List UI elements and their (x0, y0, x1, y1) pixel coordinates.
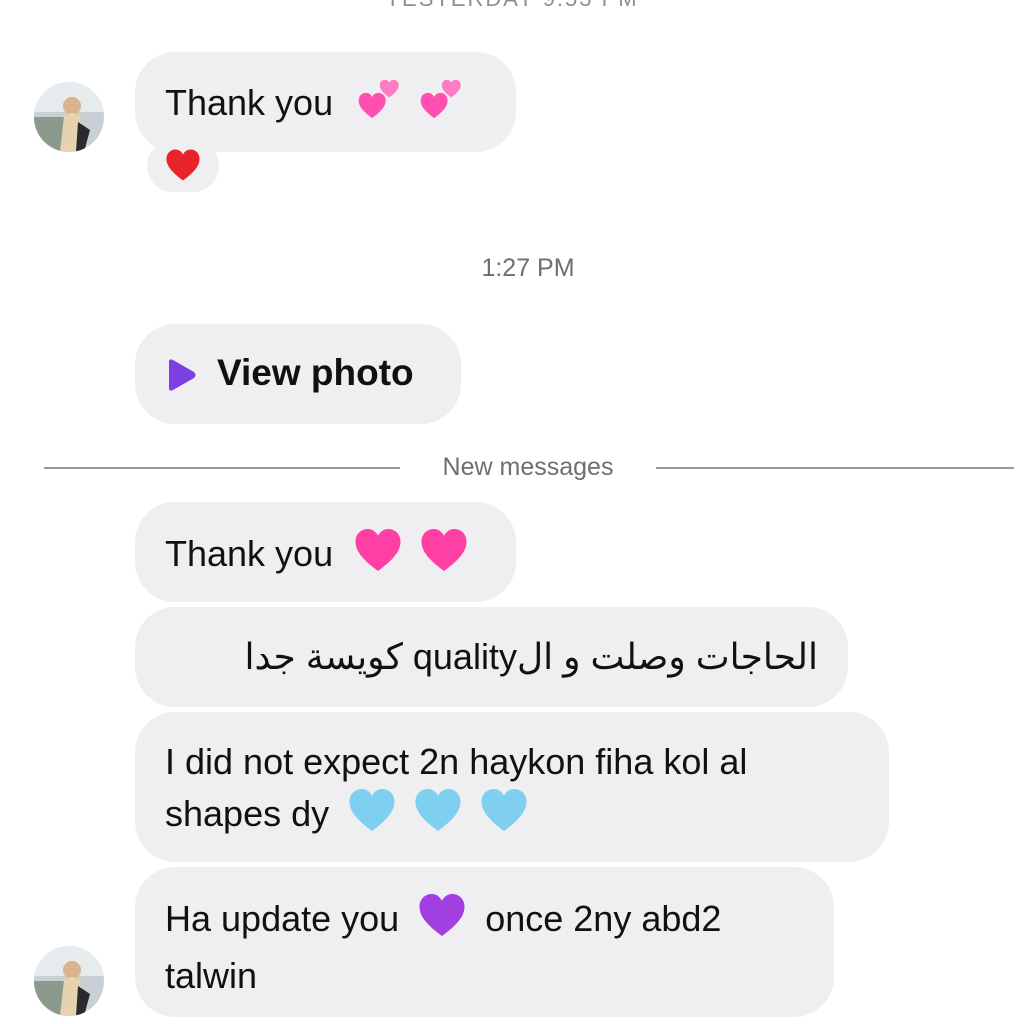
divider-line-left (44, 467, 400, 469)
light-blue-heart-icon (479, 787, 529, 846)
sender-avatar[interactable] (34, 82, 104, 152)
message-text: Thank you (165, 82, 334, 124)
message-text-line2: shapes dy (165, 793, 330, 835)
new-messages-label: New messages (442, 453, 614, 481)
pink-heart-icon (353, 527, 403, 586)
message-text: الحاجات وصلت و الquality كويسة جدا (244, 636, 818, 677)
sender-avatar[interactable] (34, 946, 104, 1016)
two-hearts-icon (415, 77, 465, 134)
message-bubble[interactable]: Thank you (135, 52, 516, 152)
view-photo-button[interactable]: View photo (135, 324, 461, 424)
pink-heart-icon (419, 527, 469, 586)
message-text-line1: I did not expect 2n haykon fiha kol al (165, 741, 748, 782)
message-reaction[interactable] (147, 140, 219, 192)
message-text: Thank you (165, 533, 334, 575)
light-blue-heart-icon (413, 787, 463, 846)
message-bubble[interactable]: I did not expect 2n haykon fiha kol al s… (135, 712, 889, 862)
message-text-line1-end: once 2ny abd2 (485, 898, 722, 940)
message-bubble[interactable]: Thank you (135, 502, 516, 602)
message-text-line2: talwin (165, 955, 258, 996)
red-heart-icon (165, 148, 201, 187)
message-bubble[interactable]: الحاجات وصلت و الquality كويسة جدا (135, 607, 848, 707)
light-blue-heart-icon (347, 787, 397, 846)
message-text-line1-start: Ha update you (165, 898, 400, 940)
divider-line-right (656, 467, 1014, 469)
play-icon (169, 359, 196, 391)
top-timestamp: YESTERDAY 9:53 PM (0, 0, 1024, 12)
purple-heart-icon (417, 892, 467, 951)
two-hearts-icon (353, 77, 403, 134)
thread-timestamp: 1:27 PM (481, 254, 575, 282)
view-photo-label: View photo (217, 352, 414, 393)
message-bubble[interactable]: Ha update you once 2ny abd2 talwin (135, 867, 834, 1017)
